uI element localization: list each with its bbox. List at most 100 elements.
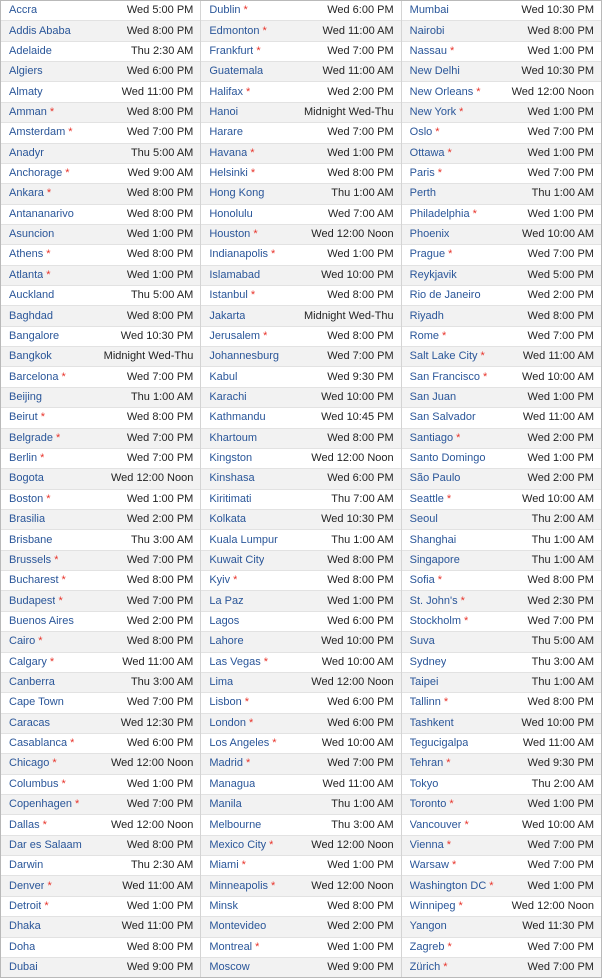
city-link[interactable]: Brasilia (9, 513, 45, 526)
city-link[interactable]: Houston (209, 228, 250, 241)
city-link[interactable]: New Orleans (410, 86, 474, 99)
city-time-row[interactable]: Vancouver * Wed 10:00 AM (401, 815, 601, 836)
city-time-row[interactable]: Dublin * Wed 6:00 PM (201, 1, 401, 22)
city-time-row[interactable]: New Orleans * Wed 12:00 Noon (401, 82, 601, 103)
city-time-row[interactable]: Brasilia Wed 2:00 PM (1, 509, 201, 531)
city-time-row[interactable]: Islamabad Wed 10:00 PM (201, 265, 401, 287)
city-link[interactable]: Minsk (209, 900, 238, 913)
city-link[interactable]: Beijing (9, 391, 42, 404)
city-time-row[interactable]: Baghdad Wed 8:00 PM (1, 306, 201, 327)
city-time-row[interactable]: Johannesburg Wed 7:00 PM (201, 347, 401, 368)
city-time-row[interactable]: Dallas * Wed 12:00 Noon (1, 815, 201, 836)
city-time-row[interactable]: Shanghai Thu 1:00 AM (401, 530, 601, 551)
city-time-row[interactable]: Moscow Wed 9:00 PM (201, 957, 401, 978)
city-link[interactable]: Las Vegas (209, 656, 260, 669)
city-link[interactable]: Kolkata (209, 513, 246, 526)
city-time-row[interactable]: Managua Wed 11:00 AM (201, 774, 401, 796)
city-link[interactable]: Boston (9, 493, 43, 506)
city-time-row[interactable]: Adelaide Thu 2:30 AM (1, 41, 201, 63)
city-time-row[interactable]: Jakarta Midnight Wed-Thu (201, 306, 401, 327)
city-time-row[interactable]: Dubai Wed 9:00 PM (1, 957, 201, 978)
city-time-row[interactable]: Brussels * Wed 7:00 PM (1, 550, 201, 572)
city-link[interactable]: Khartoum (209, 432, 257, 445)
city-link[interactable]: Bucharest (9, 574, 59, 587)
city-time-row[interactable]: Algiers Wed 6:00 PM (1, 62, 201, 83)
city-link[interactable]: Vancouver (410, 819, 462, 832)
city-link[interactable]: Doha (9, 941, 35, 954)
city-time-row[interactable]: Singapore Thu 1:00 AM (401, 550, 601, 572)
city-time-row[interactable]: Amsterdam * Wed 7:00 PM (1, 123, 201, 144)
city-time-row[interactable]: Bangkok Midnight Wed-Thu (1, 347, 201, 368)
city-time-row[interactable]: Beijing Thu 1:00 AM (1, 387, 201, 409)
city-link[interactable]: Islamabad (209, 269, 260, 282)
city-time-row[interactable]: Seattle * Wed 10:00 AM (401, 489, 601, 510)
city-link[interactable]: Calgary (9, 656, 47, 669)
city-time-row[interactable]: Las Vegas * Wed 10:00 AM (201, 652, 401, 673)
city-time-row[interactable]: Prague * Wed 7:00 PM (401, 245, 601, 266)
city-link[interactable]: Adelaide (9, 45, 52, 58)
city-link[interactable]: Seattle (410, 493, 444, 506)
city-link[interactable]: Dublin (209, 4, 240, 17)
city-time-row[interactable]: Tokyo Thu 2:00 AM (401, 774, 601, 796)
city-time-row[interactable]: Manila Thu 1:00 AM (201, 795, 401, 816)
city-link[interactable]: Miami (209, 859, 238, 872)
city-time-row[interactable]: São Paulo Wed 2:00 PM (401, 469, 601, 490)
city-time-row[interactable]: Dhaka Wed 11:00 PM (1, 917, 201, 938)
city-link[interactable]: Brisbane (9, 534, 52, 547)
city-link[interactable]: Almaty (9, 86, 43, 99)
city-link[interactable]: Ottawa (410, 147, 445, 160)
city-link[interactable]: Oslo (410, 126, 433, 139)
city-link[interactable]: Suva (410, 635, 435, 648)
city-link[interactable]: San Salvador (410, 411, 476, 424)
city-link[interactable]: San Francisco (410, 371, 480, 384)
city-link[interactable]: Asuncion (9, 228, 54, 241)
city-link[interactable]: Karachi (209, 391, 246, 404)
city-link[interactable]: Paris (410, 167, 435, 180)
city-time-row[interactable]: Barcelona * Wed 7:00 PM (1, 367, 201, 388)
city-link[interactable]: Sofia (410, 574, 435, 587)
city-link[interactable]: Riyadh (410, 310, 444, 323)
city-link[interactable]: Salt Lake City (410, 350, 478, 363)
city-time-row[interactable]: Hong Kong Thu 1:00 AM (201, 184, 401, 205)
city-link[interactable]: Atlanta (9, 269, 43, 282)
city-link[interactable]: Helsinki (209, 167, 248, 180)
city-time-row[interactable]: Perth Thu 1:00 AM (401, 184, 601, 205)
city-link[interactable]: Sydney (410, 656, 447, 669)
city-link[interactable]: Barcelona (9, 371, 59, 384)
city-time-row[interactable]: Lahore Wed 10:00 PM (201, 632, 401, 653)
city-time-row[interactable]: Ankara * Wed 8:00 PM (1, 184, 201, 205)
city-link[interactable]: Antananarivo (9, 208, 74, 221)
city-time-row[interactable]: Stockholm * Wed 7:00 PM (401, 611, 601, 633)
city-link[interactable]: Belgrade (9, 432, 53, 445)
city-link[interactable]: Yangon (410, 920, 447, 933)
city-link[interactable]: Lahore (209, 635, 243, 648)
city-link[interactable]: New York (410, 106, 456, 119)
city-time-row[interactable]: Guatemala Wed 11:00 AM (201, 62, 401, 83)
city-time-row[interactable]: Tallinn * Wed 8:00 PM (401, 693, 601, 714)
city-link[interactable]: Zürich (410, 961, 441, 974)
city-time-row[interactable]: Frankfurt * Wed 7:00 PM (201, 41, 401, 63)
city-link[interactable]: Montreal (209, 941, 252, 954)
city-link[interactable]: Kiritimati (209, 493, 251, 506)
city-link[interactable]: Shanghai (410, 534, 457, 547)
city-time-row[interactable]: Beirut * Wed 8:00 PM (1, 408, 201, 429)
city-time-row[interactable]: Amman * Wed 8:00 PM (1, 102, 201, 124)
city-time-row[interactable]: Detroit * Wed 1:00 PM (1, 896, 201, 918)
city-link[interactable]: Minneapolis (209, 880, 268, 893)
city-link[interactable]: Dar es Salaam (9, 839, 82, 852)
city-link[interactable]: Manila (209, 798, 241, 811)
city-link[interactable]: St. John's (410, 595, 458, 608)
city-time-row[interactable]: Sofia * Wed 8:00 PM (401, 571, 601, 592)
city-link[interactable]: Baghdad (9, 310, 53, 323)
city-link[interactable]: Buenos Aires (9, 615, 74, 628)
city-time-row[interactable]: Columbus * Wed 1:00 PM (1, 774, 201, 796)
city-link[interactable]: Kyiv (209, 574, 230, 587)
city-link[interactable]: Lima (209, 676, 233, 689)
city-time-row[interactable]: Suva Thu 5:00 AM (401, 632, 601, 653)
city-link[interactable]: Reykjavik (410, 269, 457, 282)
city-time-row[interactable]: Santo Domingo Wed 1:00 PM (401, 448, 601, 470)
city-link[interactable]: Budapest (9, 595, 55, 608)
city-time-row[interactable]: Ottawa * Wed 1:00 PM (401, 143, 601, 164)
city-link[interactable]: Dhaka (9, 920, 41, 933)
city-link[interactable]: Hong Kong (209, 187, 264, 200)
